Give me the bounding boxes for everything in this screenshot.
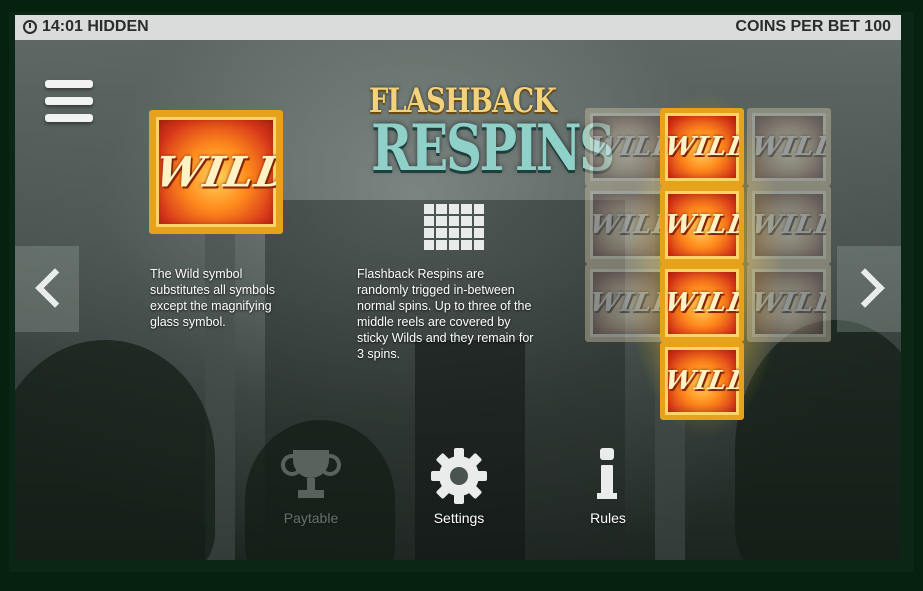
sticky-wild-symbol: WILD	[660, 342, 744, 420]
grid-cell	[461, 228, 472, 238]
grid-cell	[461, 240, 472, 250]
feature-title: FLASHBACK RESPINS	[348, 83, 615, 186]
info-foot	[597, 493, 617, 499]
grid-cell	[448, 204, 460, 214]
grid-icon	[424, 204, 484, 250]
grid-cell	[436, 228, 447, 238]
status-time: 14:01 HIDDEN	[42, 18, 149, 36]
grid-cell	[424, 228, 435, 238]
menu-line	[45, 80, 93, 88]
wild-symbol-text: WILD	[662, 132, 744, 162]
wild-symbol-text: WILD	[662, 210, 744, 240]
info-dot	[600, 448, 614, 460]
grid-cell	[473, 240, 484, 250]
hamburger-menu-icon[interactable]	[45, 80, 93, 124]
sticky-wild-symbol: WILD	[660, 186, 744, 264]
wild-symbol-text: WILD	[662, 366, 744, 396]
grid-cell	[436, 216, 447, 226]
trophy-stem	[307, 478, 315, 490]
time-value: 14:01	[42, 18, 83, 35]
settings-label: Settings	[433, 510, 485, 526]
grid-cell	[461, 216, 472, 226]
status-bar: 14:01 HIDDEN COINS PER BET 100	[15, 15, 901, 40]
faded-wild-symbol: WILD	[747, 264, 831, 342]
settings-button[interactable]: Settings	[399, 448, 519, 526]
grid-cell	[473, 216, 484, 226]
wild-symbol-text: WILD	[662, 288, 744, 318]
feature-title-line2: RESPINS	[371, 111, 615, 186]
menu-line	[45, 114, 93, 122]
gear-hole	[450, 467, 468, 485]
sticky-wild-symbol: WILD	[660, 264, 744, 342]
grid-cell	[448, 228, 460, 238]
wild-symbol-text: WILD	[151, 147, 283, 197]
gear-icon	[431, 448, 487, 504]
grid-cell	[424, 240, 435, 250]
trophy-icon	[281, 448, 341, 504]
grid-cell	[473, 228, 484, 238]
grid-cell	[424, 216, 435, 226]
previous-page-button[interactable]	[15, 246, 79, 332]
chevron-left-icon	[35, 268, 75, 308]
wild-symbol-text: WILD	[587, 132, 669, 162]
faded-wild-symbol: WILD	[585, 264, 669, 342]
paytable-button[interactable]: Paytable	[251, 448, 371, 526]
info-screen: WILD The Wild symbol substitutes all sym…	[15, 40, 901, 560]
clock-icon	[23, 20, 37, 34]
wild-symbol-text: WILD	[749, 132, 831, 162]
game-frame: 14:01 HIDDEN COINS PER BET 100 WILD The …	[9, 12, 914, 572]
info-icon	[580, 448, 636, 504]
paytable-label: Paytable	[283, 510, 339, 526]
wild-symbol-text: WILD	[749, 288, 831, 318]
faded-wild-symbol: WILD	[585, 186, 669, 264]
background-palm	[15, 340, 215, 560]
grid-cell	[436, 204, 447, 214]
feature-description: Flashback Respins are randomly trigged i…	[357, 267, 534, 361]
wild-description: The Wild symbol substitutes all symbols …	[150, 267, 276, 329]
faded-wild-symbol: WILD	[585, 108, 669, 186]
menu-line	[45, 97, 93, 105]
sticky-wild-symbol: WILD	[660, 108, 744, 186]
grid-cell	[424, 204, 435, 214]
wild-symbol: WILD	[149, 110, 283, 234]
grid-cell	[448, 216, 460, 226]
faded-wild-symbol: WILD	[747, 186, 831, 264]
player-name: HIDDEN	[87, 18, 149, 35]
next-page-button[interactable]	[837, 246, 901, 332]
grid-cell	[436, 240, 447, 250]
grid-cell	[448, 240, 460, 250]
rules-label: Rules	[590, 510, 626, 526]
coins-per-bet: COINS PER BET 100	[735, 18, 891, 35]
chevron-right-icon	[845, 268, 885, 308]
wild-symbol-text: WILD	[749, 210, 831, 240]
grid-cell	[461, 204, 472, 214]
faded-wild-symbol: WILD	[747, 108, 831, 186]
wild-symbol-text: WILD	[587, 210, 669, 240]
trophy-base	[298, 490, 324, 498]
wild-symbol-text: WILD	[587, 288, 669, 318]
rules-button[interactable]: Rules	[548, 448, 668, 526]
grid-cell	[473, 204, 484, 214]
